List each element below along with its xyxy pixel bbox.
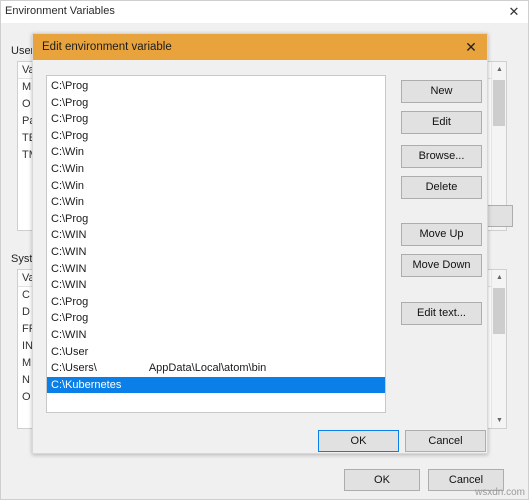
list-item-label: C:\WIN — [51, 229, 87, 242]
list-item-label: C:\Prog — [51, 312, 89, 325]
new-button[interactable]: New — [401, 80, 482, 103]
list-item[interactable]: C:\WIN — [47, 244, 385, 261]
list-item[interactable]: C:\Prog — [47, 294, 385, 311]
list-item[interactable]: C:\Prog — [47, 128, 385, 145]
list-item[interactable]: C:\Win — [47, 194, 385, 211]
list-item-label: C:\Prog — [51, 96, 89, 109]
edit-text-button[interactable]: Edit text... — [401, 302, 482, 325]
list-item[interactable]: C:\Prog — [47, 78, 385, 95]
list-item-label: C:\Win — [51, 146, 84, 159]
edit-environment-variable-dialog: Edit environment variable ✕ C:\Prog C:\P… — [32, 33, 488, 454]
user-variables-label: User — [11, 45, 35, 57]
list-item[interactable]: C:\WIN — [47, 277, 385, 294]
chevron-up-icon[interactable]: ▲ — [492, 62, 506, 77]
chevron-up-icon[interactable]: ▲ — [492, 270, 506, 285]
list-item[interactable]: C:\Prog — [47, 95, 385, 112]
move-down-button[interactable]: Move Down — [401, 254, 482, 277]
list-item-label: C:\WIN — [51, 328, 87, 341]
list-item-label: C:\User — [51, 345, 89, 358]
list-item-label: C:\Prog — [51, 80, 89, 92]
ok-button[interactable]: OK — [344, 469, 420, 491]
list-item[interactable]: C:\Prog — [47, 310, 385, 327]
list-item-label: C:\Win — [51, 179, 84, 192]
list-item-label: C:\Users\ — [51, 362, 97, 375]
list-item-label: C:\Win — [51, 196, 84, 209]
list-item-label: C:\Prog — [51, 295, 89, 308]
list-item-label: C:\Kubernetes — [51, 378, 122, 391]
list-item-label: C:\WIN — [51, 245, 87, 258]
list-item-label: C:\Prog — [51, 129, 89, 142]
list-item-label: C:\Prog — [51, 212, 89, 225]
system-table-scrollbar[interactable]: ▲ ▼ — [491, 270, 506, 428]
dialog-ok-button[interactable]: OK — [318, 430, 399, 452]
environment-variables-title: Environment Variables — [5, 5, 115, 17]
list-item[interactable]: C:\Win — [47, 144, 385, 161]
list-item[interactable]: C:\Win — [47, 161, 385, 178]
list-item-label: C:\WIN — [51, 262, 87, 275]
list-item[interactable]: C:\WIN — [47, 227, 385, 244]
move-up-button[interactable]: Move Up — [401, 223, 482, 246]
dialog-titlebar: Edit environment variable ✕ — [33, 34, 487, 60]
close-icon[interactable]: ✕ — [506, 4, 522, 20]
list-item-label-tail: AppData\Local\atom\bin — [148, 362, 267, 375]
list-item-label: C:\WIN — [51, 279, 87, 292]
browse-button[interactable]: Browse... — [401, 145, 482, 168]
path-entries-list[interactable]: C:\Prog C:\Prog C:\Prog C:\Prog C:\Win C… — [46, 75, 386, 413]
list-item[interactable]: C:\WIN — [47, 327, 385, 344]
dialog-cancel-button[interactable]: Cancel — [405, 430, 486, 452]
list-item[interactable]: C:\Win — [47, 178, 385, 195]
scrollbar-thumb[interactable] — [493, 80, 505, 126]
environment-variables-titlebar: Environment Variables ✕ — [1, 1, 528, 23]
list-item-label: C:\Win — [51, 162, 84, 175]
list-item[interactable]: C:\Prog — [47, 111, 385, 128]
watermark: wsxdn.com — [474, 487, 525, 498]
list-item[interactable]: C:\WIN — [47, 261, 385, 278]
dialog-title: Edit environment variable — [42, 41, 172, 53]
edit-button[interactable]: Edit — [401, 111, 482, 134]
list-item[interactable]: C:\User — [47, 344, 385, 361]
close-icon[interactable]: ✕ — [463, 39, 479, 55]
list-item-label: C:\Prog — [51, 113, 89, 126]
delete-button[interactable]: Delete — [401, 176, 482, 199]
chevron-down-icon[interactable]: ▼ — [492, 413, 506, 428]
list-item-selected[interactable]: C:\Kubernetes — [47, 376, 385, 394]
list-item[interactable]: C:\Prog — [47, 211, 385, 228]
scrollbar-thumb[interactable] — [493, 288, 505, 334]
list-item[interactable]: C:\Users\ AppData\Local\atom\bin — [47, 360, 385, 377]
